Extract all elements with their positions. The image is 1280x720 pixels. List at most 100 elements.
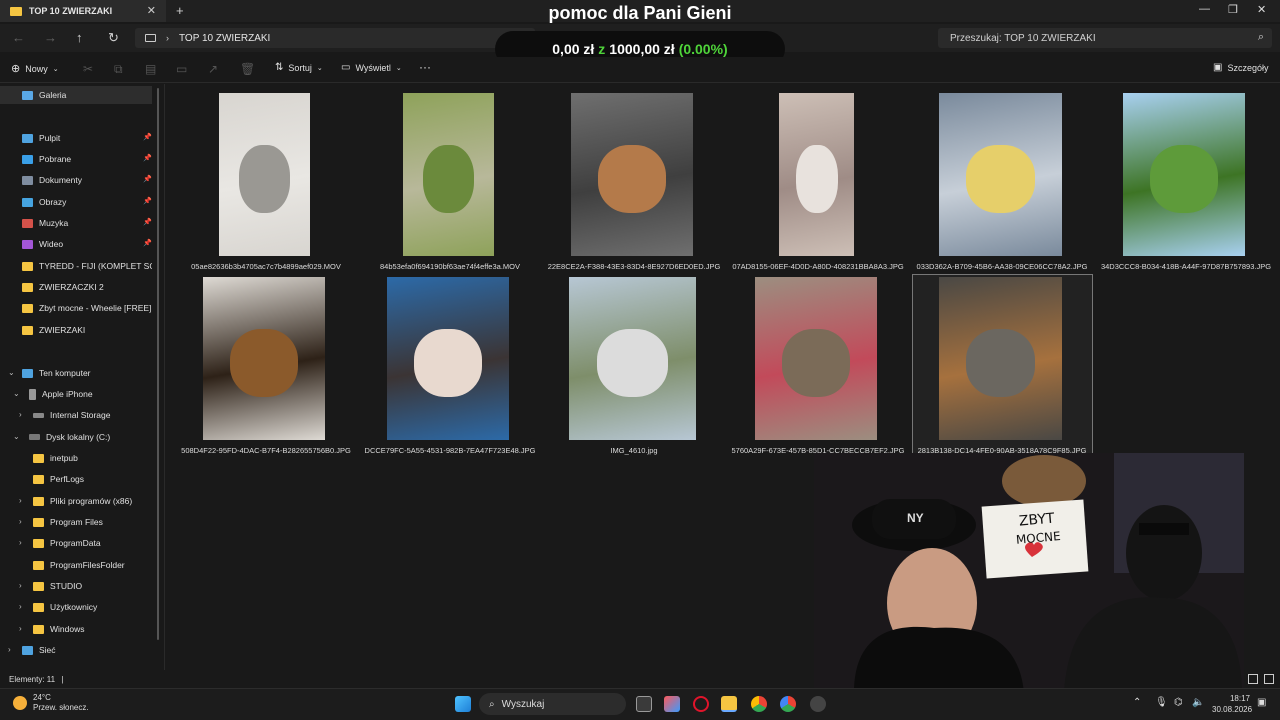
chevron-right-icon[interactable]: ›: [19, 517, 22, 526]
new-tab-button[interactable]: +: [176, 3, 184, 18]
sidebar-item-folder[interactable]: ProgramData: [33, 534, 153, 552]
start-icon[interactable]: [455, 696, 471, 712]
sidebar-item-quick[interactable]: ZWIERZACZKI 2: [22, 278, 152, 296]
weather-widget[interactable]: 24°C Przew. słonecz.: [13, 693, 89, 713]
chevron-up-icon[interactable]: ⌃: [1133, 697, 1141, 708]
file-name-label[interactable]: 508D4F22-95FD-4DAC-B7F4-B282655756B0.JPG: [176, 446, 356, 455]
refresh-icon[interactable]: ↻: [108, 30, 119, 46]
sidebar-item-folder[interactable]: inetpub: [33, 449, 153, 467]
up-arrow-icon[interactable]: ↑: [76, 30, 83, 45]
sidebar-item-quick[interactable]: Wideo: [22, 235, 152, 253]
volume-icon[interactable]: 🔈: [1192, 697, 1204, 708]
breadcrumb[interactable]: TOP 10 ZWIERZAKI: [179, 33, 270, 44]
new-button[interactable]: ⊕ Nowy ⌄: [11, 62, 59, 75]
file-name-label[interactable]: 07AD8155-06EF-4D0D-A80D-408231BBA8A3.JPG: [728, 262, 908, 271]
back-arrow-icon[interactable]: ←: [12, 30, 25, 45]
file-thumbnail[interactable]: [219, 93, 310, 256]
sidebar-item-quick[interactable]: TYREDD - FIJI (KOMPLET SCIEŻ: [22, 257, 152, 275]
sidebar-item-quick[interactable]: Pulpit: [22, 129, 152, 147]
chevron-right-icon[interactable]: ›: [19, 581, 22, 590]
sidebar-item-quick[interactable]: Zbyt mocne - Wheelie [FREE] TRA: [22, 299, 152, 317]
sidebar-item-this-pc[interactable]: Ten komputer: [22, 364, 152, 382]
taskbar-clock[interactable]: 18:17 30.08.2026: [1212, 693, 1252, 715]
task-view-icon[interactable]: [636, 696, 652, 712]
file-name-label[interactable]: 22E8CE2A-F388-43E3-83D4-8E927D6ED0ED.JPG: [544, 262, 724, 271]
pin-icon[interactable]: 📌: [143, 218, 152, 226]
file-name-label[interactable]: 033D362A-B709-45B6-AA38-09CE06CC78A2.JPG: [912, 262, 1092, 271]
details-button[interactable]: ▣ Szczegóły: [1213, 62, 1268, 73]
tab-top10[interactable]: TOP 10 ZWIERZAKI ✕: [0, 0, 166, 22]
sidebar-item-folder[interactable]: Program Files: [33, 513, 153, 531]
sidebar-item-quick[interactable]: Obrazy: [22, 193, 152, 211]
address-field[interactable]: › TOP 10 ZWIERZAKI: [135, 28, 535, 48]
share-icon[interactable]: ↗: [208, 62, 218, 76]
sidebar-item-folder[interactable]: PerfLogs: [33, 470, 153, 488]
network-icon[interactable]: ⌬: [1174, 697, 1183, 708]
more-options-button[interactable]: ···: [419, 60, 431, 74]
close-window-button[interactable]: ✕: [1257, 3, 1266, 16]
file-thumbnail[interactable]: [1123, 93, 1245, 256]
pin-icon[interactable]: 📌: [143, 133, 152, 141]
chevron-right-icon[interactable]: ›: [19, 624, 22, 633]
opera-icon[interactable]: [693, 696, 709, 712]
chevron-right-icon[interactable]: ›: [19, 538, 22, 547]
chevron-down-icon[interactable]: ⌄: [13, 432, 20, 441]
chevron-down-icon[interactable]: ⌄: [8, 368, 15, 377]
tiles-view-icon[interactable]: [1264, 674, 1274, 684]
pin-icon[interactable]: 📌: [143, 197, 152, 205]
view-button[interactable]: ▭ Wyświetl ⌄: [341, 62, 402, 73]
sidebar-item-folder[interactable]: Windows: [33, 620, 153, 638]
sidebar-item-disk-c[interactable]: Dysk lokalny (C:): [29, 428, 154, 446]
chevron-right-icon[interactable]: ›: [8, 645, 11, 654]
file-thumbnail[interactable]: [939, 277, 1062, 440]
microphone-icon[interactable]: 🎙: [1155, 697, 1168, 708]
chrome-icon[interactable]: [751, 696, 767, 712]
pin-icon[interactable]: 📌: [143, 239, 152, 247]
sidebar-item-folder[interactable]: ProgramFilesFolder: [33, 556, 153, 574]
file-name-label[interactable]: IMG_4610.jpg: [544, 446, 724, 455]
sidebar-item-iphone[interactable]: Apple iPhone: [29, 385, 154, 403]
sidebar-item-quick[interactable]: Dokumenty: [22, 171, 152, 189]
chevron-right-icon[interactable]: ›: [19, 496, 22, 505]
sort-button[interactable]: ⇅ Sortuj ⌄: [275, 62, 323, 73]
file-explorer-icon[interactable]: [721, 696, 737, 712]
search-input[interactable]: Przeszukaj: TOP 10 ZWIERZAKI ⌕: [938, 28, 1272, 48]
chevron-right-icon[interactable]: ›: [19, 602, 22, 611]
paste-icon[interactable]: ▤: [145, 62, 156, 76]
maximize-button[interactable]: ❐: [1228, 3, 1238, 16]
sidebar-scrollbar[interactable]: [157, 88, 159, 640]
sidebar-item-internal-storage[interactable]: Internal Storage: [33, 406, 153, 424]
store-icon[interactable]: [664, 696, 680, 712]
file-thumbnail[interactable]: [939, 93, 1062, 256]
taskbar-search[interactable]: ⌕ Wyszukaj: [479, 693, 626, 715]
file-thumbnail[interactable]: [569, 277, 696, 440]
forward-arrow-icon[interactable]: →: [44, 30, 57, 45]
chevron-down-icon[interactable]: ⌄: [13, 389, 20, 398]
file-thumbnail[interactable]: [403, 93, 494, 256]
file-name-label[interactable]: DCCE79FC-5A55-4531-982B-7EA47F723E48.JPG: [360, 446, 540, 455]
delete-icon[interactable]: 🗑: [240, 62, 255, 76]
file-thumbnail[interactable]: [571, 93, 693, 256]
file-thumbnail[interactable]: [387, 277, 509, 440]
copy-icon[interactable]: ⧉: [114, 62, 123, 77]
pin-icon[interactable]: 📌: [143, 154, 152, 162]
file-thumbnail[interactable]: [755, 277, 877, 440]
sidebar-item-network[interactable]: Sieć: [22, 641, 152, 659]
file-thumbnail[interactable]: [203, 277, 325, 440]
file-name-label[interactable]: 05ae82636b3b4705ac7c7b4899aef029.MOV: [176, 262, 356, 271]
sidebar-item-folder[interactable]: STUDIO: [33, 577, 153, 595]
sidebar-item-quick[interactable]: Muzyka: [22, 214, 152, 232]
chevron-right-icon[interactable]: ›: [19, 410, 22, 419]
rename-icon[interactable]: ▭: [176, 62, 187, 76]
details-view-icon[interactable]: [1248, 674, 1258, 684]
file-name-label[interactable]: 84b53efa0f694190bf63ae74f4effe3a.MOV: [360, 262, 540, 271]
sidebar-item-folder[interactable]: Użytkownicy: [33, 598, 153, 616]
file-name-label[interactable]: 34D3CCC8-B034-418B-A44F-97D87B757893.JPG: [1096, 262, 1276, 271]
sidebar-item-quick[interactable]: ZWIERZAKI: [22, 321, 152, 339]
sidebar-item-quick[interactable]: Pobrane: [22, 150, 152, 168]
close-tab-icon[interactable]: ✕: [147, 4, 156, 17]
obs-icon[interactable]: [810, 696, 826, 712]
notification-icon[interactable]: ▣: [1257, 697, 1266, 708]
cut-icon[interactable]: ✂: [83, 62, 93, 76]
sidebar-item-folder[interactable]: Pliki programów (x86): [33, 492, 153, 510]
